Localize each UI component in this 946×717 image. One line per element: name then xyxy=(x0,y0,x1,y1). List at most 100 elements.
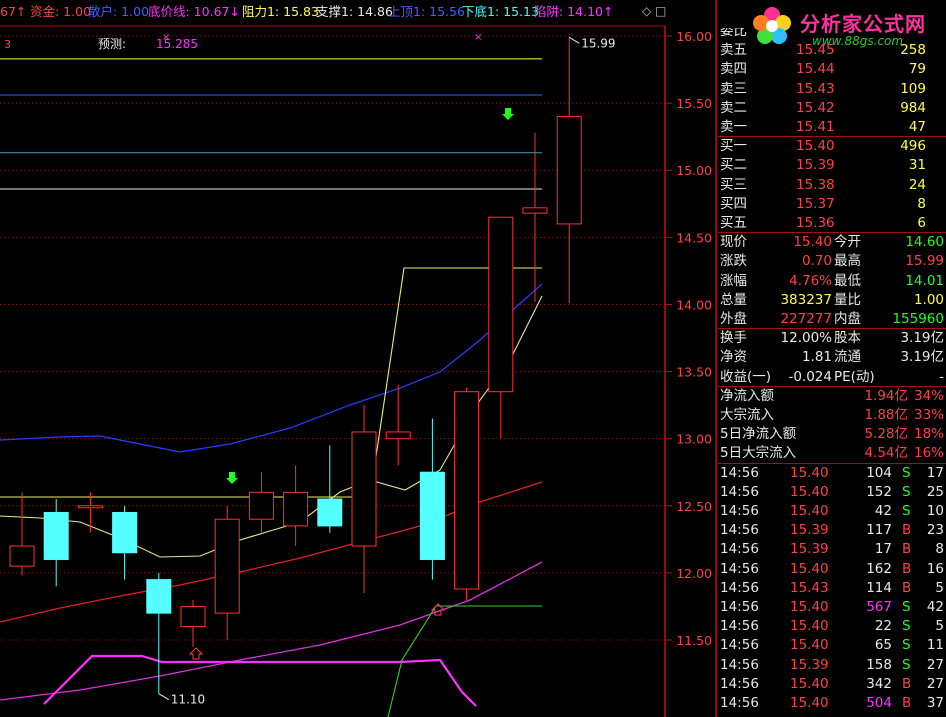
tick-row: 14:56 15.40 342 B 27 xyxy=(718,675,946,694)
quote-cell: B xyxy=(902,675,912,692)
quote-cell: 14:56 xyxy=(720,522,759,539)
candle[interactable] xyxy=(214,505,240,640)
quote-cell: 股本 xyxy=(834,330,861,347)
buy-row: 买一 15.40 496 xyxy=(718,137,946,156)
quote-cell: 8 xyxy=(935,541,944,558)
quote-cell: 37 xyxy=(926,695,944,711)
candle[interactable] xyxy=(385,384,411,466)
quote-cell: 14.01 xyxy=(905,272,944,289)
quote-cell: 11 xyxy=(926,637,944,654)
quote-cell: 1.88亿 xyxy=(864,407,908,423)
quote-cell: B xyxy=(902,579,912,596)
tick-row: 14:56 15.40 22 S 5 xyxy=(718,617,946,636)
quote-cell: 15.40 xyxy=(790,483,829,500)
tick-row: 14:56 15.40 162 B 16 xyxy=(718,560,946,579)
quote-cell: 5 xyxy=(935,579,944,596)
candle[interactable] xyxy=(9,492,35,576)
quote-cell: 15.44 xyxy=(796,61,835,78)
quote-cell: 16% xyxy=(913,445,944,462)
quote-cell: 18% xyxy=(913,426,944,443)
candle[interactable] xyxy=(77,492,103,533)
candle[interactable] xyxy=(556,37,582,304)
candle[interactable] xyxy=(112,505,138,580)
quote-cell: 24 xyxy=(908,176,926,193)
quote-cell: 4.54亿 xyxy=(864,445,908,462)
axis-tick-label: 14.50 xyxy=(676,230,712,245)
flow-row: 5日大宗流入 4.54亿 16% xyxy=(718,444,946,463)
candle[interactable] xyxy=(522,132,548,302)
header-sub-left: 3 xyxy=(4,38,11,51)
candle-body xyxy=(385,431,411,440)
stat-row: 现价 15.40 今开 14.60 xyxy=(718,233,946,252)
quote-cell: 79 xyxy=(908,61,926,78)
quote-cell: 14:56 xyxy=(720,503,759,519)
quote-cell: 0.70 xyxy=(801,253,832,270)
quote-cell: 内盘 xyxy=(834,311,861,327)
quote-cell: 504 xyxy=(866,695,892,711)
quote-cell: 14:56 xyxy=(720,656,759,673)
axis-tick-label: 16.00 xyxy=(676,29,712,44)
stat-row: 涨幅 4.76% 最低 14.01 xyxy=(718,272,946,291)
down-arrow-icon xyxy=(226,472,238,484)
candle[interactable] xyxy=(454,387,480,600)
quote-cell: 15.39 xyxy=(790,656,829,673)
quote-cell: 15.43 xyxy=(790,579,829,596)
candle-body xyxy=(77,505,103,509)
forecast-label: 预测: xyxy=(98,37,126,51)
quote-cell: 5日净流入额 xyxy=(720,426,797,443)
high-leader xyxy=(568,36,580,44)
quote-top-row: 委比 xyxy=(718,28,946,41)
stat-row: 收益(一) -0.024 PE(动) - xyxy=(718,368,946,387)
candle[interactable] xyxy=(283,465,309,547)
quote-cell: B xyxy=(902,695,912,711)
quote-cell: 买三 xyxy=(720,176,747,193)
corner-glyphs: ◇ □ xyxy=(642,4,666,18)
stat-row: 换手 12.00% 股本 3.19亿 xyxy=(718,329,946,348)
candle-body xyxy=(9,545,35,567)
low-label: 11.10 xyxy=(171,693,205,707)
quote-cell: 15.37 xyxy=(796,195,835,212)
candle[interactable] xyxy=(248,472,274,533)
sell-row: 卖三 15.43 109 xyxy=(718,80,946,99)
quote-cell: 15.40 xyxy=(790,464,829,481)
quote-cell: 15.40 xyxy=(790,503,829,519)
chart-header: 67↑ 资金: 1.00散户: 1.00底价线: 10.67↓ 阻力1: 15.83… xyxy=(0,4,666,51)
quote-cell: 涨幅 xyxy=(720,272,747,289)
candle[interactable] xyxy=(317,445,343,533)
header-item: 底价线: 10.67↓ xyxy=(148,4,240,19)
quote-cell: 42 xyxy=(874,503,892,519)
quote-cell: 152 xyxy=(866,483,892,500)
candle[interactable] xyxy=(351,405,377,594)
candle[interactable] xyxy=(146,572,172,694)
quote-cell: 现价 xyxy=(720,234,747,251)
quote-cell: 342 xyxy=(866,675,892,692)
quote-cell: 15.40 xyxy=(793,234,832,251)
cross-marker: × xyxy=(474,32,482,43)
candle-body xyxy=(522,207,548,214)
quote-cell: 227277 xyxy=(780,311,832,327)
quote-cell: 65 xyxy=(874,637,892,654)
quote-cell: 外盘 xyxy=(720,311,747,327)
header-item: 上顶1: 15.56 xyxy=(388,4,465,19)
quote-cell: 109 xyxy=(900,80,926,97)
quote-cell: B xyxy=(902,541,912,558)
sell-row: 卖二 15.42 984 xyxy=(718,99,946,118)
axis-tick-label: 13.00 xyxy=(676,432,712,447)
quote-cell: 4.76% xyxy=(789,272,832,289)
candles[interactable] xyxy=(9,37,582,694)
quote-cell: 25 xyxy=(926,483,944,500)
quote-cell: 15.40 xyxy=(790,599,829,615)
candle[interactable] xyxy=(488,216,514,439)
quote-cell: 23 xyxy=(926,522,944,539)
quote-cell: 14:56 xyxy=(720,560,759,577)
quote-cell: 卖五 xyxy=(720,42,747,59)
quote-cell: 15.38 xyxy=(796,176,835,193)
quote-cell: PE(动) xyxy=(834,368,875,385)
candle[interactable] xyxy=(419,418,445,580)
quote-cell: 14:56 xyxy=(720,483,759,500)
tick-row: 14:56 15.40 504 B 37 xyxy=(718,694,946,713)
flow-row: 5日净流入额 5.28亿 18% xyxy=(718,425,946,444)
quote-cell: 383237 xyxy=(780,291,832,308)
candle-body xyxy=(351,431,377,547)
low-leader xyxy=(158,693,170,701)
